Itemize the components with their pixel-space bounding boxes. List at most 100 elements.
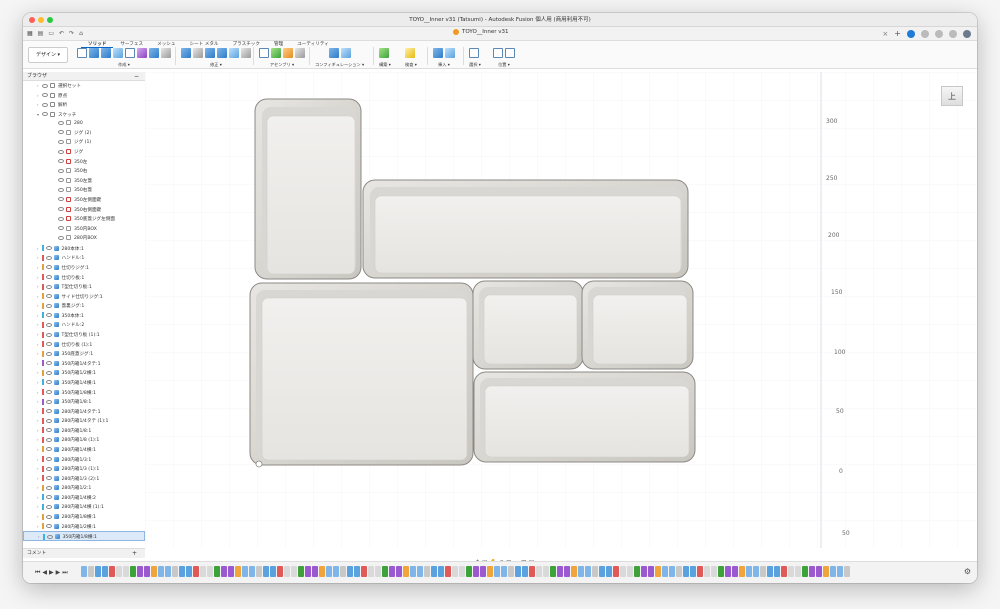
browser-sketch[interactable]: ジグ (2): [23, 129, 145, 139]
close-tab-icon[interactable]: ×: [882, 30, 888, 38]
timeline-feature[interactable]: [445, 566, 451, 577]
collapse-browser-icon[interactable]: −: [134, 72, 139, 81]
form-icon[interactable]: [137, 48, 147, 58]
visibility-eye-icon[interactable]: [45, 495, 52, 500]
browser-component[interactable]: › 280内箱1/3 (2):1: [23, 474, 145, 484]
chamfer-icon[interactable]: [205, 48, 215, 58]
user-avatar[interactable]: [963, 29, 971, 38]
revert-position-icon[interactable]: [505, 48, 515, 58]
timeline-feature[interactable]: [515, 566, 521, 577]
browser-component[interactable]: › 280内箱1/4横 (1):1: [23, 502, 145, 512]
group-configure-label[interactable]: コンフィギュレーション ▾: [315, 62, 364, 68]
timeline-feature[interactable]: [662, 566, 668, 577]
timeline-feature[interactable]: [123, 566, 129, 577]
timeline-feature[interactable]: [410, 566, 416, 577]
browser-sketch[interactable]: 350右側面鍵: [23, 206, 145, 216]
inner-box-small-right[interactable]: [581, 280, 694, 370]
browser-component[interactable]: › 仕切り板 (1):1: [23, 340, 145, 350]
timeline-feature[interactable]: [669, 566, 675, 577]
timeline-feature[interactable]: [774, 566, 780, 577]
timeline-feature[interactable]: [536, 566, 542, 577]
visibility-eye-icon[interactable]: [58, 120, 64, 125]
configuration-table-icon[interactable]: [341, 48, 351, 58]
timeline-feature[interactable]: [179, 566, 185, 577]
browser-component[interactable]: › 350内箱1/2横:1: [23, 368, 145, 378]
close-window-button[interactable]: [29, 17, 35, 23]
timeline-feature[interactable]: [501, 566, 507, 577]
visibility-eye-icon[interactable]: [45, 255, 52, 260]
browser-component[interactable]: › 蓋裏ジグ:1: [23, 301, 145, 311]
tab-solid[interactable]: ソリッド: [81, 41, 114, 48]
joint-origin-icon[interactable]: [295, 48, 305, 58]
timeline-feature[interactable]: [291, 566, 297, 577]
timeline-feature[interactable]: [207, 566, 213, 577]
visibility-eye-icon[interactable]: [46, 534, 53, 539]
visibility-eye-icon[interactable]: [45, 322, 52, 327]
timeline-feature[interactable]: [375, 566, 381, 577]
browser-folder[interactable]: ▾ スケッチ: [23, 110, 145, 120]
visibility-eye-icon[interactable]: [42, 102, 48, 107]
visibility-eye-icon[interactable]: [45, 437, 52, 442]
timeline-feature[interactable]: [438, 566, 444, 577]
timeline-feature[interactable]: [305, 566, 311, 577]
grid-menu-icon[interactable]: ▦: [27, 30, 33, 37]
timeline-feature[interactable]: [606, 566, 612, 577]
visibility-eye-icon[interactable]: [45, 275, 52, 280]
timeline-feature[interactable]: [431, 566, 437, 577]
visibility-eye-icon[interactable]: [45, 418, 52, 423]
visibility-eye-icon[interactable]: [45, 409, 52, 414]
timeline-feature[interactable]: [389, 566, 395, 577]
zoom-window-button[interactable]: [47, 17, 53, 23]
visibility-eye-icon[interactable]: [58, 168, 64, 173]
visibility-eye-icon[interactable]: [58, 187, 64, 192]
browser-component[interactable]: › 280内箱1/8横:1: [23, 512, 145, 522]
timeline-feature[interactable]: [396, 566, 402, 577]
browser-component[interactable]: › 280内箱1/3:1: [23, 455, 145, 465]
browser-sketch[interactable]: 350底蓋ジグ左側面: [23, 215, 145, 225]
timeline-feature[interactable]: [459, 566, 465, 577]
visibility-eye-icon[interactable]: [45, 351, 52, 356]
browser-component[interactable]: › 280内箱1/4タテ:1: [23, 407, 145, 417]
browser-component[interactable]: › 280内箱1/8 (1):1: [23, 435, 145, 445]
group-insert-label[interactable]: 挿入 ▾: [433, 62, 455, 68]
visibility-eye-icon[interactable]: [45, 476, 52, 481]
visibility-eye-icon[interactable]: [45, 399, 52, 404]
timeline-feature[interactable]: [452, 566, 458, 577]
timeline-feature[interactable]: [417, 566, 423, 577]
timeline-feature[interactable]: [613, 566, 619, 577]
group-create-label[interactable]: 作成 ▾: [77, 62, 171, 68]
timeline-feature[interactable]: [578, 566, 584, 577]
timeline-feature[interactable]: [214, 566, 220, 577]
combine-icon[interactable]: [229, 48, 239, 58]
timeline-feature[interactable]: [354, 566, 360, 577]
play-icon[interactable]: ▶: [49, 569, 56, 576]
visibility-eye-icon[interactable]: [45, 466, 52, 471]
browser-sketch[interactable]: 350左側面鍵: [23, 196, 145, 206]
timeline-feature[interactable]: [340, 566, 346, 577]
measure-icon[interactable]: [405, 48, 415, 58]
job-status-icon[interactable]: [921, 29, 929, 38]
visibility-eye-icon[interactable]: [45, 390, 52, 394]
visibility-eye-icon[interactable]: [45, 246, 52, 251]
timeline-feature[interactable]: [102, 566, 108, 577]
shell-icon[interactable]: [217, 48, 227, 58]
timeline-feature[interactable]: [109, 566, 115, 577]
inner-box-large[interactable]: [249, 282, 474, 466]
timeline-feature[interactable]: [760, 566, 766, 577]
configure-icon[interactable]: [329, 48, 339, 58]
visibility-eye-icon[interactable]: [58, 149, 64, 154]
timeline-feature[interactable]: [718, 566, 724, 577]
visibility-eye-icon[interactable]: [45, 265, 52, 270]
timeline-feature[interactable]: [564, 566, 570, 577]
timeline-feature[interactable]: [739, 566, 745, 577]
browser-sketch[interactable]: 280内BOX: [23, 234, 145, 244]
timeline-feature[interactable]: [599, 566, 605, 577]
browser-component[interactable]: › 280内箱1/8:1: [23, 426, 145, 436]
document-tab[interactable]: TOYO__Inner v31: [453, 29, 509, 35]
timeline-feature[interactable]: [319, 566, 325, 577]
select-icon[interactable]: [469, 48, 479, 58]
browser-component[interactable]: › ハンドル:2: [23, 320, 145, 330]
timeline-feature[interactable]: [193, 566, 199, 577]
timeline-feature[interactable]: [228, 566, 234, 577]
browser-sketch[interactable]: ジグ (1): [23, 138, 145, 148]
